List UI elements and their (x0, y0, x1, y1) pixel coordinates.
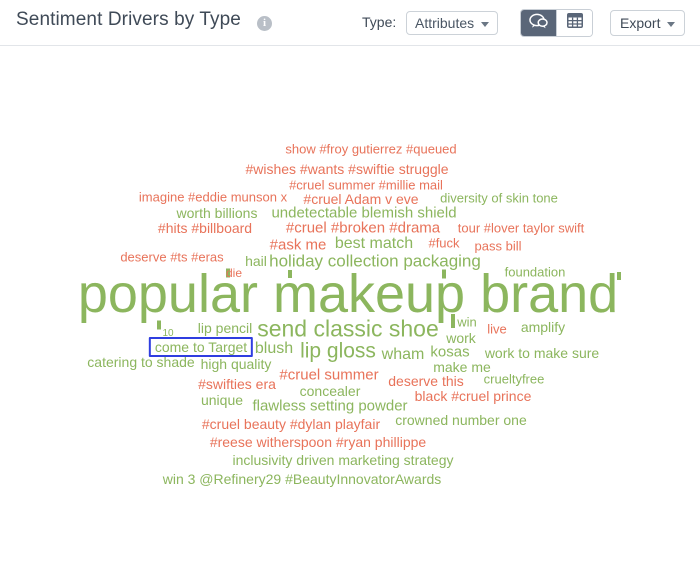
word-cloud-term[interactable]: deserve #ts #eras (120, 251, 223, 264)
panel-header: Sentiment Drivers by Type i Type: Attrib… (0, 0, 700, 46)
chevron-down-icon (481, 21, 490, 27)
word-cloud-term[interactable]: work to make sure (485, 346, 599, 360)
word-cloud-term[interactable]: wham (382, 347, 425, 363)
type-filter-label: Type: (362, 14, 397, 30)
word-cloud-term[interactable]: live (487, 323, 507, 336)
word-cloud-term[interactable]: #cruel beauty #dylan playfair (202, 417, 380, 431)
word-cloud-term[interactable]: amplify (521, 320, 565, 334)
type-select-dropdown[interactable]: Attributes (406, 11, 499, 35)
word-cloud-term[interactable]: #cruel #broken #drama (286, 221, 440, 236)
word-cloud-term[interactable]: crowned number one (395, 413, 527, 427)
word-cloud-term[interactable]: high quality (201, 357, 272, 371)
word-cloud-term[interactable]: kosas (430, 345, 469, 360)
word-cloud-term[interactable]: catering to shade (87, 355, 194, 369)
word-cloud-canvas[interactable]: show #froy gutierrez #queued #wishes #wan… (0, 46, 700, 574)
word-cloud-term[interactable]: black #cruel prince (415, 389, 532, 403)
word-cloud-term[interactable]: #cruel summer #millie mail (289, 179, 443, 192)
word-cloud-term[interactable]: pass bill (475, 240, 522, 253)
word-cloud-term[interactable]: #reese witherspoon #ryan phillippe (210, 435, 426, 449)
word-cloud-term[interactable]: lip pencil (198, 321, 252, 335)
view-mode-toggle-group (520, 9, 593, 37)
word-cloud-term[interactable]: #hits #billboard (158, 221, 252, 235)
word-cloud-term[interactable]: popular makeup brand (78, 267, 618, 321)
speech-bubbles-icon (529, 13, 548, 34)
type-select-value: Attributes (415, 15, 475, 31)
view-toggle-comments-button[interactable] (521, 10, 556, 36)
word-cloud-term[interactable]: send classic shoe (257, 317, 439, 341)
word-cloud-term[interactable]: imagine #eddie munson x (139, 191, 287, 204)
word-cloud-term[interactable]: deserve this (388, 374, 463, 388)
word-cloud-term[interactable]: concealer (300, 384, 361, 398)
word-cloud-term[interactable]: tour #lover taylor swift (458, 222, 584, 235)
info-icon[interactable]: i (257, 16, 272, 31)
page-title: Sentiment Drivers by Type (16, 9, 241, 30)
word-cloud-term[interactable]: flawless setting powder (252, 399, 407, 414)
word-cloud-term[interactable]: inclusivity driven marketing strategy (233, 453, 454, 467)
word-cloud-term[interactable]: diversity of skin tone (440, 192, 558, 205)
word-cloud-term[interactable]: show #froy gutierrez #queued (285, 143, 456, 156)
word-cloud-term[interactable]: #ask me (270, 238, 327, 253)
word-cloud-term[interactable]: unique (201, 393, 243, 407)
grid-table-icon (566, 13, 583, 33)
word-cloud-term[interactable]: worth billions (177, 206, 258, 220)
word-cloud-term[interactable]: win 3 @Refinery29 #BeautyInnovatorAwards (163, 472, 442, 486)
chevron-down-icon (667, 21, 676, 27)
word-cloud-term[interactable]: blush (255, 341, 293, 357)
word-cloud-term[interactable]: lip gloss (300, 341, 376, 362)
word-cloud-term[interactable]: win (457, 316, 477, 329)
view-toggle-table-button[interactable] (556, 10, 592, 36)
word-cloud-term[interactable]: crueltyfree (484, 373, 545, 386)
word-cloud-term[interactable]: undetectable blemish shield (271, 206, 456, 221)
word-cloud-term[interactable]: #cruel summer (279, 368, 378, 383)
word-cloud-term[interactable]: make me (433, 360, 491, 374)
export-button[interactable]: Export (610, 10, 686, 36)
word-cloud-term[interactable]: best match (335, 236, 413, 252)
word-cloud-term[interactable]: #fuck (428, 237, 459, 250)
word-cloud-term[interactable]: #swifties era (198, 377, 276, 391)
export-button-label: Export (620, 15, 661, 31)
word-cloud-term[interactable]: #wishes #wants #swiftie struggle (245, 162, 448, 176)
